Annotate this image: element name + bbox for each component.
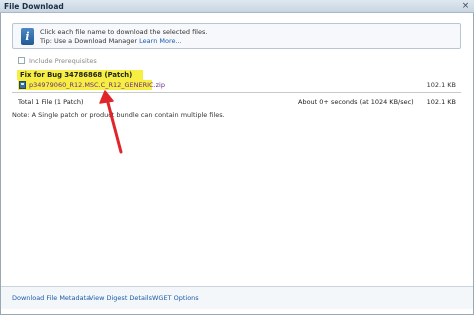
- include-prerequisites-checkbox[interactable]: [18, 57, 25, 64]
- include-prerequisites[interactable]: Include Prerequisites: [18, 56, 97, 65]
- info-tip-text: Tip: Use a Download Manager: [40, 37, 138, 45]
- info-box: i Click each file name to download the s…: [12, 23, 461, 49]
- total-size: 102.1 KB: [426, 98, 456, 106]
- window-titlebar: File Download ×: [0, 0, 474, 13]
- view-digest-details-link[interactable]: View Digest Details: [89, 294, 152, 302]
- file-row: p34979060_R12.MSC.C_R12_GENERIC.zip 102.…: [18, 80, 456, 90]
- info-tip: Tip: Use a Download Manager Learn More..…: [40, 37, 182, 45]
- info-instruction: Click each file name to download the sel…: [40, 28, 208, 36]
- divider: [12, 92, 461, 93]
- file-size: 102.1 KB: [426, 81, 456, 89]
- window-title: File Download: [4, 2, 64, 11]
- multi-file-note: Note: A Single patch or product bundle c…: [12, 111, 225, 119]
- include-prerequisites-label: Include Prerequisites: [29, 56, 97, 65]
- estimated-time: About 0+ seconds (at 1024 KB/sec): [298, 98, 414, 106]
- wget-options-link[interactable]: WGET Options: [152, 294, 199, 302]
- footer-bar: Download File Metadata View Digest Detai…: [1, 287, 473, 309]
- summary-row: Total 1 File (1 Patch) About 0+ seconds …: [18, 98, 456, 108]
- download-file-metadata-link[interactable]: Download File Metadata: [12, 294, 90, 302]
- learn-more-link[interactable]: Learn More...: [139, 37, 182, 45]
- disk-icon: [19, 81, 26, 89]
- close-icon[interactable]: ×: [460, 1, 471, 11]
- info-icon: i: [21, 28, 34, 45]
- total-files: Total 1 File (1 Patch): [18, 98, 84, 106]
- file-download-link[interactable]: p34979060_R12.MSC.C_R12_GENERIC.zip: [29, 81, 165, 89]
- patch-title: Fix for Bug 34786868 (Patch): [20, 71, 133, 79]
